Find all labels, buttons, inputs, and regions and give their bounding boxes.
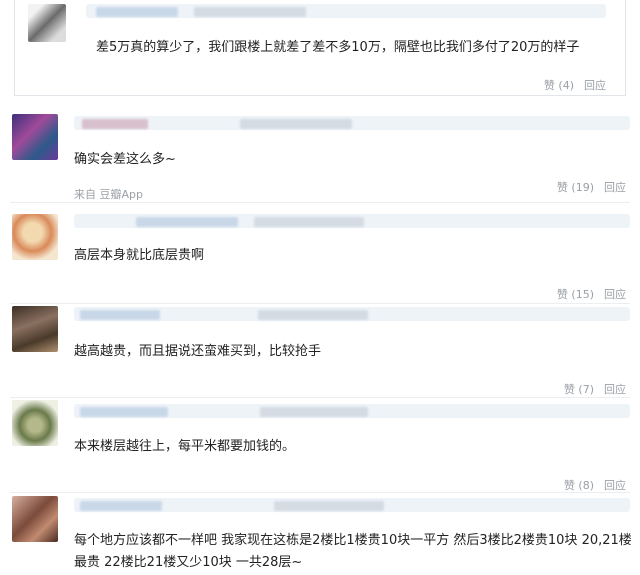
avatar[interactable]: [12, 496, 58, 542]
avatar[interactable]: [12, 214, 58, 260]
username[interactable]: [80, 310, 160, 320]
timestamp: [258, 310, 368, 320]
comment-actions: 赞 (8) 回应: [564, 477, 626, 493]
comment-text: 本来楼层越往上，每平米都要加钱的。: [74, 439, 296, 454]
comment-text: 确实会差这么多~: [74, 152, 176, 167]
like-button[interactable]: 赞 (19): [557, 179, 594, 195]
comment-text: 每个地方应该都不一样吧 我家现在这栋是2楼比1楼贵10块一平方 然后3楼比2楼贵…: [74, 533, 632, 570]
avatar[interactable]: [28, 4, 66, 42]
reply-button[interactable]: 回应: [604, 286, 626, 302]
comment-actions: 赞 (4) 回应: [544, 77, 606, 93]
like-button[interactable]: 赞 (4): [544, 77, 574, 93]
comment-actions: 赞 (15) 回应: [557, 286, 626, 302]
avatar[interactable]: [12, 114, 58, 160]
like-button[interactable]: 赞 (8): [564, 477, 594, 493]
reply-button[interactable]: 回应: [604, 477, 626, 493]
like-label: 赞: [563, 383, 575, 396]
username[interactable]: [82, 119, 148, 129]
timestamp: [254, 217, 364, 227]
divider: [10, 303, 630, 304]
comment-actions: 赞 (19) 回应: [557, 179, 626, 195]
timestamp: [240, 119, 352, 129]
divider: [10, 397, 630, 398]
divider: [10, 492, 630, 493]
username[interactable]: [80, 501, 162, 511]
like-count: (19): [571, 181, 594, 194]
comment-actions: 赞 (7) 回应: [564, 381, 626, 397]
divider: [10, 202, 630, 203]
comment-text: 越高越贵，而且据说还蛮难买到，比较抢手: [74, 344, 322, 359]
username[interactable]: [80, 407, 168, 417]
timestamp: [274, 501, 384, 511]
username[interactable]: [136, 217, 238, 227]
like-count: (7): [578, 383, 594, 396]
source-label: 来自 豆瓣App: [74, 188, 143, 201]
like-button[interactable]: 赞 (15): [557, 286, 594, 302]
like-count: (15): [571, 288, 594, 301]
reply-button[interactable]: 回应: [584, 77, 606, 93]
username[interactable]: [96, 7, 178, 17]
like-button[interactable]: 赞 (7): [564, 381, 594, 397]
like-label: 赞: [556, 181, 568, 194]
like-label: 赞: [543, 79, 555, 92]
like-label: 赞: [556, 288, 568, 301]
timestamp: [194, 7, 306, 17]
avatar[interactable]: [12, 400, 58, 446]
comment-header: [74, 116, 630, 130]
like-count: (4): [558, 79, 574, 92]
comment-text: 高层本身就比底层贵啊: [74, 248, 205, 263]
reply-button[interactable]: 回应: [604, 179, 626, 195]
reply-button[interactable]: 回应: [604, 381, 626, 397]
like-count: (8): [578, 479, 594, 492]
timestamp: [260, 407, 368, 417]
comment-text: 差5万真的算少了，我们跟楼上就差了差不多10万，隔壁也比我们多付了20万的样子: [96, 40, 580, 55]
avatar[interactable]: [12, 306, 58, 352]
like-label: 赞: [563, 479, 575, 492]
